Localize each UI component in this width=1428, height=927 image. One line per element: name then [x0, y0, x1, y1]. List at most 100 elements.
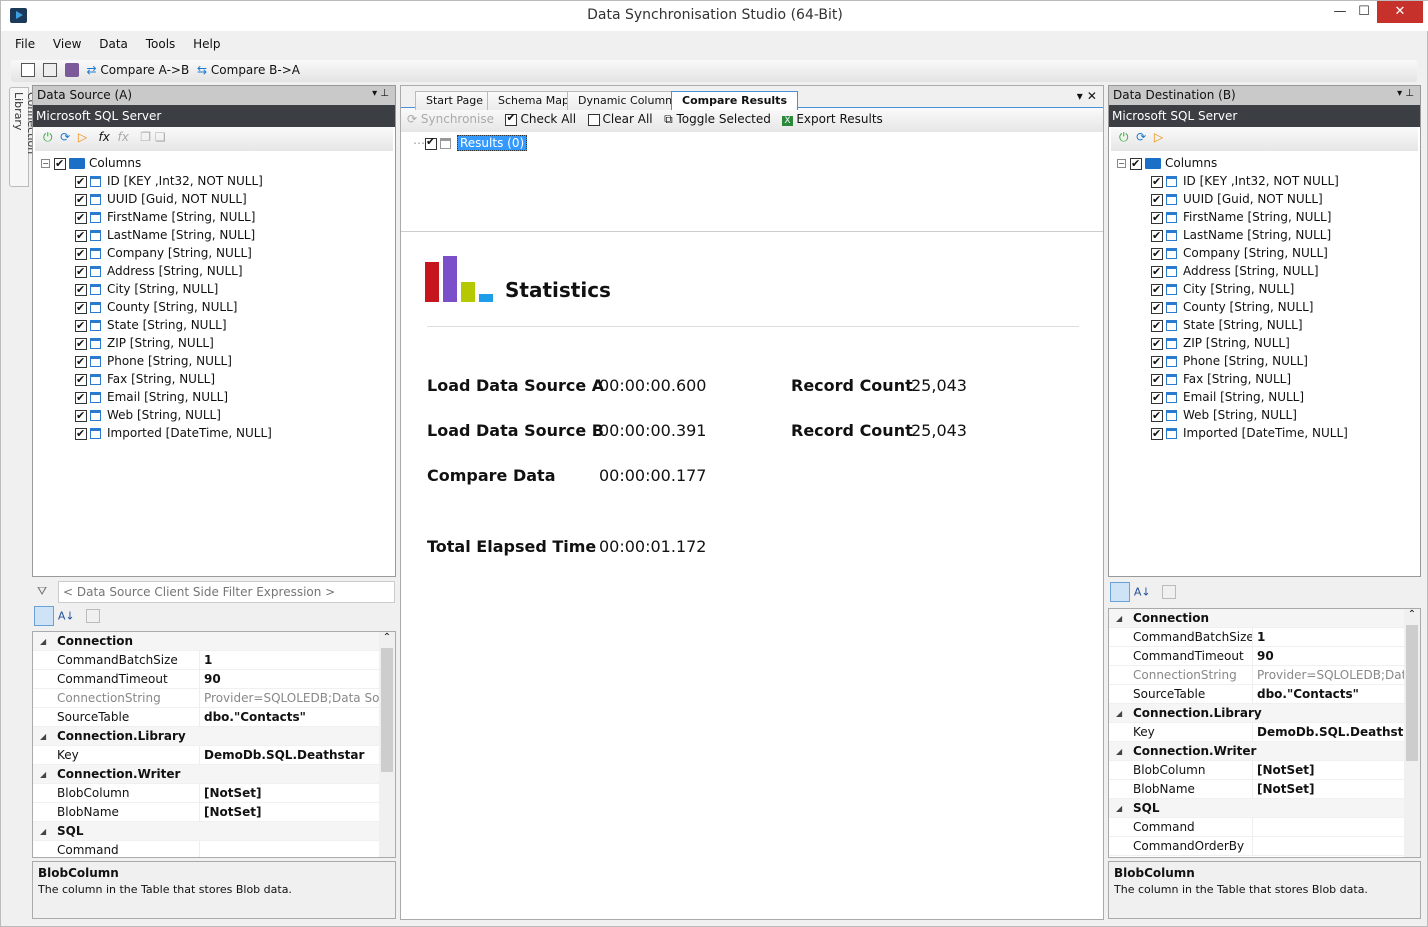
function-remove-icon[interactable]: fx — [118, 130, 129, 144]
column-item[interactable]: Web [String, NULL] — [41, 406, 395, 425]
column-item[interactable]: ZIP [String, NULL] — [1117, 334, 1420, 353]
property-row[interactable]: BlobColumn [NotSet] — [33, 784, 395, 803]
collapse-triangle-icon[interactable]: ◢ — [1116, 799, 1122, 818]
column-item[interactable]: Web [String, NULL] — [1117, 406, 1420, 425]
connect-icon[interactable]: ⏻ — [1119, 130, 1129, 144]
maximize-button[interactable]: ☐ — [1347, 1, 1381, 23]
checkbox[interactable] — [75, 173, 87, 191]
property-value[interactable]: 90 — [1257, 647, 1274, 666]
column-item[interactable]: Address [String, NULL] — [41, 262, 395, 281]
checkbox[interactable] — [75, 299, 87, 317]
column-item[interactable]: FirstName [String, NULL] — [41, 208, 395, 227]
property-row[interactable]: Key DemoDb.SQL.Deathstar — [1109, 723, 1420, 742]
sort-alpha-icon[interactable]: A↓ — [1134, 586, 1151, 599]
column-item[interactable]: Address [String, NULL] — [1117, 262, 1420, 281]
column-item[interactable]: City [String, NULL] — [41, 280, 395, 299]
collapse-triangle-icon[interactable]: ◢ — [1116, 742, 1122, 761]
checkbox[interactable] — [1151, 407, 1163, 425]
run-icon[interactable]: ▷ — [1154, 130, 1163, 144]
checkbox[interactable] — [1130, 155, 1142, 173]
checkbox[interactable] — [1151, 173, 1163, 191]
refresh-icon[interactable]: ⟳ — [1136, 130, 1146, 144]
checkbox[interactable] — [75, 227, 87, 245]
categorized-icon[interactable] — [1110, 582, 1130, 602]
results-node[interactable]: Results (0) — [457, 135, 528, 151]
collapse-triangle-icon[interactable]: ◢ — [1116, 704, 1122, 723]
property-value[interactable]: DemoDb.SQL.Deathstar — [1257, 723, 1417, 742]
column-item[interactable]: UUID [Guid, NOT NULL] — [41, 190, 395, 209]
copy-icon[interactable]: ❐ — [140, 130, 151, 144]
clear-all-button[interactable]: Clear All — [587, 112, 653, 126]
checkbox[interactable] — [1151, 425, 1163, 443]
menu-data[interactable]: Data — [93, 34, 134, 54]
column-item[interactable]: Company [String, NULL] — [1117, 244, 1420, 263]
menu-file[interactable]: File — [9, 34, 41, 54]
scrollbar-thumb[interactable] — [1406, 625, 1418, 762]
toggle-selected-button[interactable]: ⧉ Toggle Selected — [664, 112, 771, 126]
checkbox[interactable] — [75, 371, 87, 389]
collapse-triangle-icon[interactable]: ◢ — [40, 727, 46, 746]
open-project-icon[interactable] — [42, 63, 57, 77]
property-value[interactable]: DemoDb.SQL.Deathstar — [204, 746, 364, 765]
checkbox[interactable] — [1151, 191, 1163, 209]
compare-a-b-button[interactable]: ⇄ Compare A->B — [86, 63, 189, 77]
column-item[interactable]: UUID [Guid, NOT NULL] — [1117, 190, 1420, 209]
column-item[interactable]: ID [KEY ,Int32, NOT NULL] — [41, 172, 395, 191]
checkbox[interactable] — [1151, 227, 1163, 245]
results-checkbox[interactable] — [425, 135, 437, 150]
checkbox[interactable] — [1151, 245, 1163, 263]
checkbox[interactable] — [75, 245, 87, 263]
column-item[interactable]: Company [String, NULL] — [41, 244, 395, 263]
column-item[interactable]: Phone [String, NULL] — [41, 352, 395, 371]
column-item[interactable]: ZIP [String, NULL] — [41, 334, 395, 353]
column-item[interactable]: State [String, NULL] — [1117, 316, 1420, 335]
scrollbar-thumb[interactable] — [381, 648, 393, 772]
connect-icon[interactable]: ⏻ — [43, 130, 53, 144]
preview-icon[interactable]: ❏ — [155, 130, 166, 144]
property-value[interactable]: 90 — [204, 670, 221, 689]
compare-b-a-button[interactable]: ⇆ Compare B->A — [197, 63, 300, 77]
menu-view[interactable]: View — [47, 34, 87, 54]
checkbox[interactable] — [75, 209, 87, 227]
property-category[interactable]: ◢ Connection.Library — [1109, 704, 1420, 723]
checkbox[interactable] — [75, 335, 87, 353]
checkbox[interactable] — [75, 425, 87, 443]
property-row[interactable]: SourceTable dbo."Contacts" — [1109, 685, 1420, 704]
column-item[interactable]: Imported [DateTime, NULL] — [1117, 424, 1420, 443]
column-item[interactable]: Fax [String, NULL] — [1117, 370, 1420, 389]
property-value[interactable]: [NotSet] — [1257, 780, 1315, 799]
property-category[interactable]: ◢ SQL — [33, 822, 395, 841]
checkbox[interactable] — [1151, 263, 1163, 281]
menu-help[interactable]: Help — [187, 34, 226, 54]
property-category[interactable]: ◢ Connection — [33, 632, 395, 651]
property-value[interactable]: dbo."Contacts" — [204, 708, 306, 727]
scrollbar[interactable]: ⌃ — [1404, 609, 1420, 857]
property-value[interactable]: [NotSet] — [204, 803, 262, 822]
tab-compare-results[interactable]: Compare Results — [671, 91, 798, 110]
property-category[interactable]: ◢ Connection.Library — [33, 727, 395, 746]
save-icon[interactable] — [64, 63, 79, 77]
export-results-button[interactable]: X Export Results — [782, 112, 883, 126]
close-tab-icon[interactable]: ▾ ✕ — [1077, 89, 1097, 103]
property-category[interactable]: ◢ Connection — [1109, 609, 1420, 628]
column-item[interactable]: State [String, NULL] — [41, 316, 395, 335]
checkbox[interactable] — [54, 155, 66, 173]
checkbox[interactable] — [75, 353, 87, 371]
checkbox[interactable] — [75, 317, 87, 335]
property-row[interactable]: SourceTable dbo."Contacts" — [33, 708, 395, 727]
property-value[interactable]: [NotSet] — [1257, 761, 1315, 780]
checkbox[interactable] — [1151, 209, 1163, 227]
property-row[interactable]: Key DemoDb.SQL.Deathstar — [33, 746, 395, 765]
collapse-triangle-icon[interactable]: ◢ — [40, 822, 46, 841]
tree-root[interactable]: − Columns — [41, 154, 395, 173]
column-item[interactable]: County [String, NULL] — [41, 298, 395, 317]
categorized-icon[interactable] — [34, 606, 54, 626]
property-row[interactable]: ConnectionString Provider=SQLOLEDB;Data S — [1109, 666, 1420, 685]
collapse-triangle-icon[interactable]: ◢ — [40, 765, 46, 784]
property-category[interactable]: ◢ SQL — [1109, 799, 1420, 818]
column-item[interactable]: City [String, NULL] — [1117, 280, 1420, 299]
collapse-icon[interactable]: − — [1117, 159, 1126, 168]
property-pages-icon[interactable] — [86, 609, 101, 623]
checkbox[interactable] — [75, 263, 87, 281]
property-row[interactable]: CommandBatchSize 1 — [1109, 628, 1420, 647]
